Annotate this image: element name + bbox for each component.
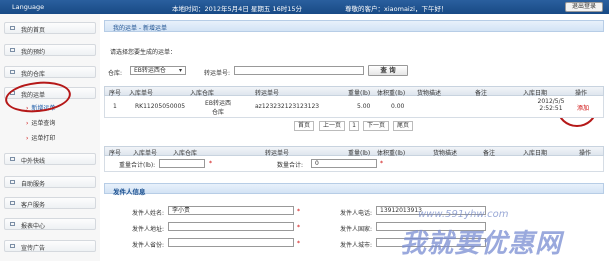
calendar-icon: [10, 48, 15, 52]
warehouse-icon: [10, 70, 15, 74]
section-title: 发件人信息: [113, 188, 146, 196]
subitem-label: 运单查询: [31, 120, 56, 127]
table2-totals-row: 重量合计(lb): * 数量合计: 0 *: [104, 156, 604, 172]
pager-page-1[interactable]: 1: [349, 121, 359, 131]
total-weight-input[interactable]: [159, 159, 205, 168]
cell-index: 1: [113, 103, 117, 110]
support-icon: [10, 201, 15, 205]
home-icon: [10, 26, 15, 30]
sidebar-item-label: 我的首页: [21, 27, 46, 34]
greeting-text: 尊敬的客户：xiaomaizi，下午好！: [345, 5, 448, 13]
pager-next[interactable]: 下一页: [363, 121, 389, 131]
arrow-right-icon: ›: [26, 135, 29, 142]
table1-header: 序号 入库单号 入库仓库 转运单号 重量(lb) 体积重(lb) 货物描述 备注…: [104, 86, 604, 97]
sender-country-label: 发件人国家:: [340, 226, 373, 233]
sidebar-item-label: 宣传广告: [21, 245, 46, 252]
logout-button[interactable]: 退出登录: [565, 2, 603, 12]
watermark-url: www.591yhw.com: [418, 209, 509, 220]
sender-name-input[interactable]: 李小贵: [168, 206, 294, 215]
sidebar-subitem-waybill-query[interactable]: › 运单查询: [26, 118, 55, 127]
sidebar-item-customer-service[interactable]: 客户服务: [4, 197, 96, 209]
tracking-label: 转运单号:: [204, 70, 231, 77]
tracking-input[interactable]: [234, 66, 364, 75]
cell-vol-weight: 0.00: [391, 103, 405, 110]
sidebar-item-label: 报表中心: [21, 223, 46, 230]
total-weight-label: 重量合计(lb):: [119, 162, 156, 169]
sidebar-item-home[interactable]: 我的首页: [4, 22, 96, 34]
required-mark: *: [297, 224, 300, 231]
select-hint: 请选择您要生成的运单：: [110, 49, 177, 56]
cell-weight: 5.00: [357, 103, 371, 110]
sidebar-item-express-line[interactable]: 中外快线: [4, 153, 96, 165]
sidebar-item-warehouse[interactable]: 我的仓库: [4, 66, 96, 78]
sender-province-input[interactable]: [168, 238, 294, 247]
pager-prev[interactable]: 上一页: [319, 121, 345, 131]
sender-name-label: 发件人姓名:: [132, 210, 165, 217]
required-mark: *: [297, 240, 300, 247]
sender-city-label: 发件人城市:: [340, 242, 373, 249]
sender-province-label: 发件人省份:: [132, 242, 165, 249]
sidebar-item-ads[interactable]: 宣传广告: [4, 240, 96, 252]
breadcrumb-text: 我的运单 - 新增运单: [113, 25, 167, 32]
language-link[interactable]: Language: [12, 3, 44, 11]
query-button[interactable]: 查 询: [368, 65, 408, 76]
required-mark: *: [297, 208, 300, 215]
chevron-down-icon: ▾: [178, 67, 182, 74]
self-service-icon: [10, 180, 15, 184]
sender-phone-label: 发件人电话:: [340, 210, 373, 217]
arrow-right-icon: ›: [26, 120, 29, 127]
sidebar-item-label: 客户服务: [21, 202, 46, 209]
pager-first[interactable]: 首页: [294, 121, 314, 131]
express-icon: [10, 157, 15, 161]
top-bar: Language 本地时间：2012年5月4日 星期五 16时15分 尊敬的客户…: [0, 0, 609, 14]
warehouse-label: 仓库:: [108, 70, 123, 77]
ad-icon: [10, 244, 15, 248]
breadcrumb: 我的运单 - 新增运单: [104, 20, 604, 32]
add-link[interactable]: 添加: [577, 103, 589, 112]
sidebar-item-label: 我的预约: [21, 49, 46, 56]
pager-last[interactable]: 尾页: [393, 121, 413, 131]
sidebar-item-label: 中外快线: [21, 158, 46, 165]
cell-warehouse: EB转运西仓库: [205, 100, 231, 116]
sidebar-item-appointments[interactable]: 我的预约: [4, 44, 96, 56]
cell-tracking-no: az123232123123123: [255, 103, 320, 110]
warehouse-select-value: EB转运西仓: [134, 67, 166, 74]
table-row: 1 RK11205050005 EB转运西仓库 az12323212312312…: [104, 96, 604, 118]
warehouse-select[interactable]: EB转运西仓 ▾: [130, 66, 186, 75]
sender-address-label: 发件人地址:: [132, 226, 165, 233]
watermark-text: 我就要优惠网: [400, 229, 563, 259]
subitem-label: 运单打印: [31, 135, 56, 142]
cell-inbound-no: RK11205050005: [135, 103, 186, 110]
required-mark: *: [380, 160, 383, 167]
sidebar-subitem-waybill-print[interactable]: › 运单打印: [26, 133, 55, 142]
cell-date: 2012/5/5 2:52:51: [537, 98, 565, 112]
sidebar-item-label: 自助服务: [21, 181, 46, 188]
sidebar-item-label: 我的仓库: [21, 71, 46, 78]
sidebar: 我的首页 我的预约 我的仓库 我的运单 › 新增运单 › 运单查询 › 运单打印 中外…: [0, 14, 100, 261]
local-datetime: 本地时间：2012年5月4日 星期五 16时15分: [172, 5, 302, 13]
table2-header: 序号 入库单号 入库仓库 转运单号 重量(lb) 体积重(lb) 货物描述 备注…: [104, 146, 604, 157]
sender-address-input[interactable]: [168, 222, 294, 231]
total-qty-label: 数量合计:: [277, 162, 304, 169]
sidebar-item-reports[interactable]: 报表中心: [4, 218, 96, 230]
total-qty-input[interactable]: 0: [311, 159, 377, 168]
sidebar-item-self-service[interactable]: 自助服务: [4, 176, 96, 188]
sender-section-header: 发件人信息: [104, 183, 604, 196]
report-icon: [10, 222, 15, 226]
required-mark: *: [209, 160, 212, 167]
